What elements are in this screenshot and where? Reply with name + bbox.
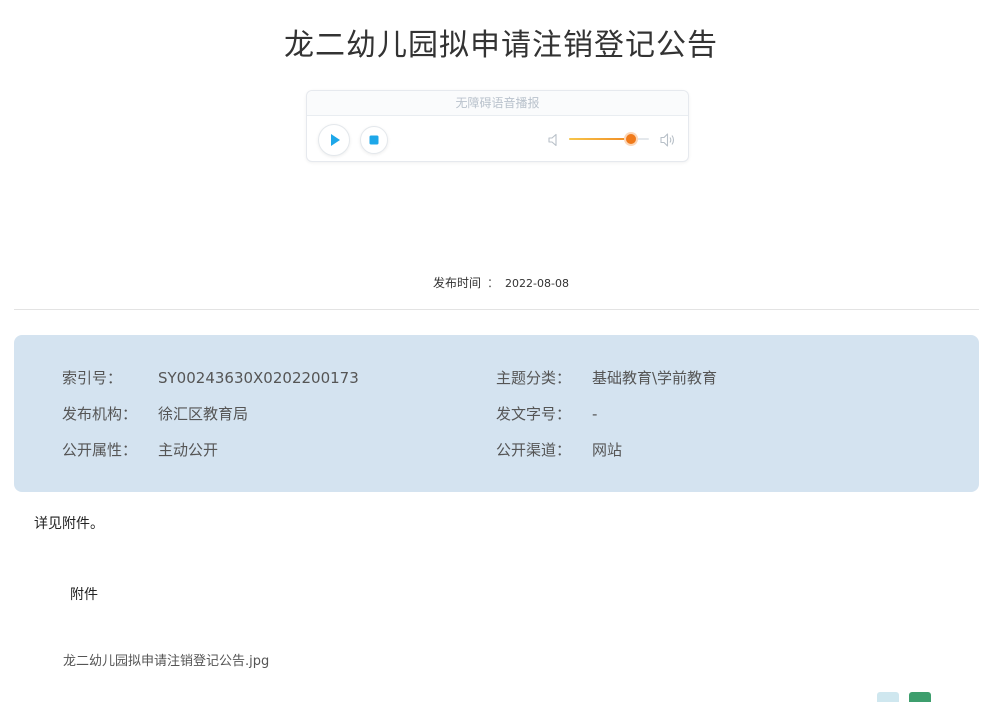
info-label: 索引号： — [62, 369, 123, 387]
voice-broadcast-player: 无障碍语音播报 — [306, 90, 689, 162]
stop-icon — [369, 135, 379, 145]
info-row-disclosure-type: 公开属性： 主动公开 — [62, 439, 462, 461]
header-divider — [14, 309, 979, 310]
play-button[interactable] — [318, 124, 350, 156]
volume-up-icon[interactable] — [659, 131, 677, 149]
floating-tool-button[interactable] — [877, 692, 899, 702]
player-label: 无障碍语音播报 — [307, 91, 688, 116]
volume-slider-handle[interactable] — [626, 134, 637, 144]
info-label: 发布机构： — [62, 405, 138, 423]
info-value: SY00243630X0202200173 — [158, 369, 359, 387]
info-label: 公开渠道： — [496, 441, 572, 459]
page-title: 龙二幼儿园拟申请注销登记公告 — [284, 28, 718, 63]
info-value: - — [592, 405, 598, 423]
floating-tool-button[interactable] — [909, 692, 931, 702]
info-value: 基础教育\学前教育 — [592, 369, 718, 387]
info-label: 公开属性： — [62, 441, 138, 459]
publish-time-label: 发布时间 — [433, 276, 482, 290]
volume-mute-icon[interactable] — [547, 132, 563, 148]
attachment-link[interactable]: 龙二幼儿园拟申请注销登记公告.jpg — [63, 650, 269, 669]
publish-date: 2022-08-08 — [505, 277, 569, 290]
stop-button[interactable] — [360, 126, 388, 154]
info-value: 徐汇区教育局 — [158, 405, 249, 423]
attachment-heading: 附件 — [70, 587, 98, 603]
volume-level-fill — [569, 138, 632, 140]
info-value: 主动公开 — [158, 441, 219, 459]
info-row-publisher: 发布机构： 徐汇区教育局 — [62, 403, 462, 425]
info-label: 主题分类： — [496, 369, 572, 387]
volume-slider[interactable] — [569, 134, 649, 144]
info-row-index: 索引号： SY00243630X0202200173 — [62, 367, 462, 389]
info-row-document-number: 发文字号： - — [496, 403, 896, 425]
info-row-channel: 公开渠道： 网站 — [496, 439, 896, 461]
play-icon — [331, 134, 340, 146]
publish-time-separator: ： — [487, 276, 500, 290]
article-body: 详见附件。 — [34, 516, 104, 532]
info-value: 网站 — [592, 441, 623, 459]
publish-time: 发布时间 ： 2022-08-08 — [0, 274, 1002, 291]
info-row-topic: 主题分类： 基础教育\学前教育 — [496, 367, 896, 389]
info-panel: 索引号： SY00243630X0202200173 发布机构： 徐汇区教育局 … — [14, 335, 979, 492]
info-label: 发文字号： — [496, 405, 572, 423]
